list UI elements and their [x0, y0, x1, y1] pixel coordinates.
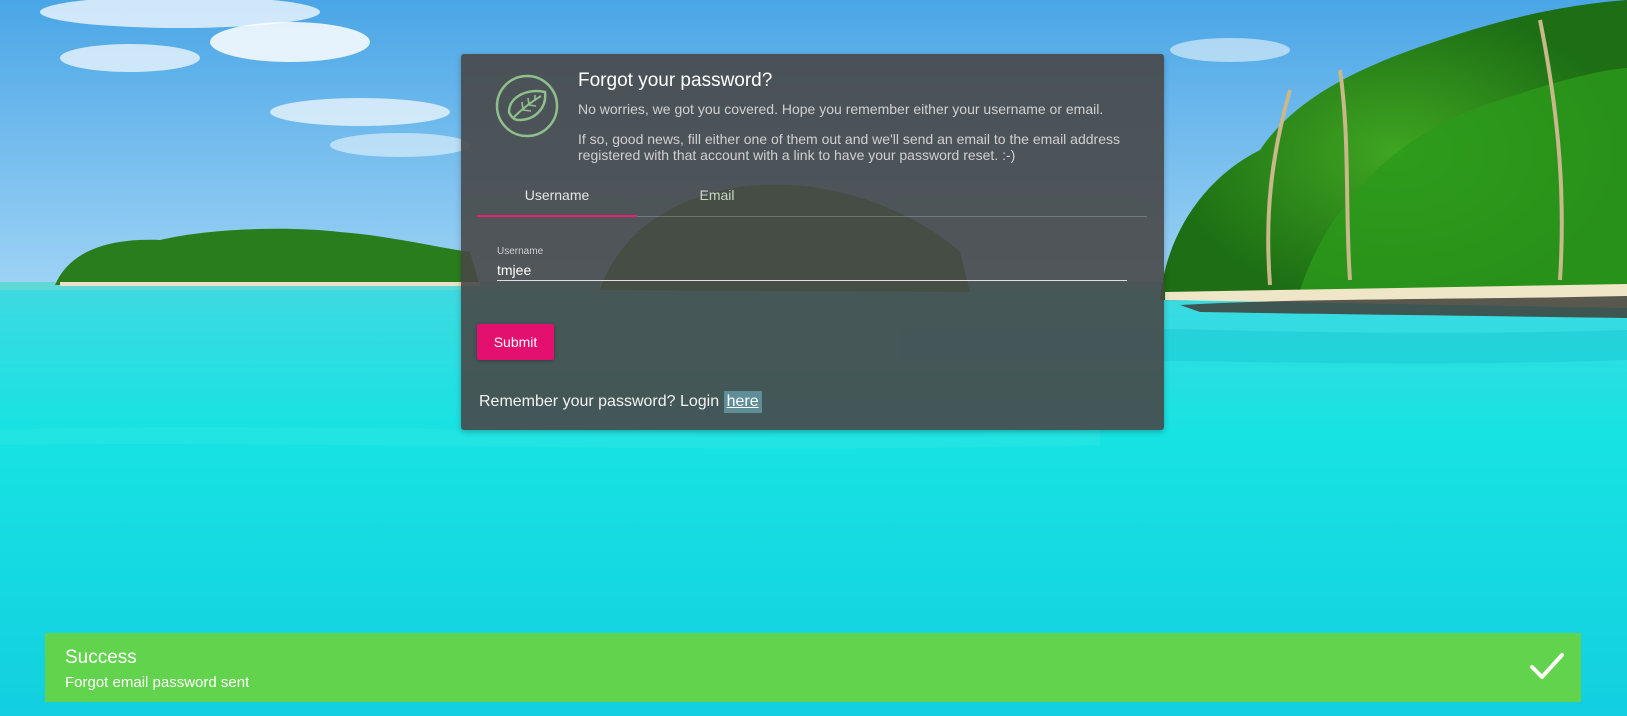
- login-here-link[interactable]: here: [723, 391, 762, 413]
- tab-email[interactable]: Email: [637, 176, 797, 216]
- forgot-password-card: Forgot your password? No worries, we got…: [461, 54, 1164, 430]
- toast-title: Success: [65, 647, 137, 668]
- username-input[interactable]: [497, 260, 1127, 281]
- leaf-icon: [495, 74, 559, 138]
- login-prompt: Remember your password? Login here: [479, 391, 762, 413]
- success-toast: Success Forgot email password sent: [45, 633, 1581, 702]
- username-field-label: Username: [497, 246, 544, 257]
- submit-button[interactable]: Submit: [477, 324, 554, 360]
- username-field: Username: [497, 246, 1127, 286]
- active-tab-indicator: [477, 215, 637, 217]
- page-title: Forgot your password?: [578, 70, 773, 91]
- checkmark-icon: [1530, 653, 1564, 679]
- instructions-text: If so, good news, fill either one of the…: [578, 131, 1120, 163]
- tab-username[interactable]: Username: [477, 176, 637, 216]
- toast-message: Forgot email password sent: [65, 674, 250, 691]
- description-text: No worries, we got you covered. Hope you…: [578, 101, 1104, 117]
- page-background: Forgot your password? No worries, we got…: [0, 0, 1627, 716]
- recovery-method-tabs: Username Email: [477, 176, 1147, 217]
- login-prompt-text: Remember your password? Login: [479, 393, 720, 410]
